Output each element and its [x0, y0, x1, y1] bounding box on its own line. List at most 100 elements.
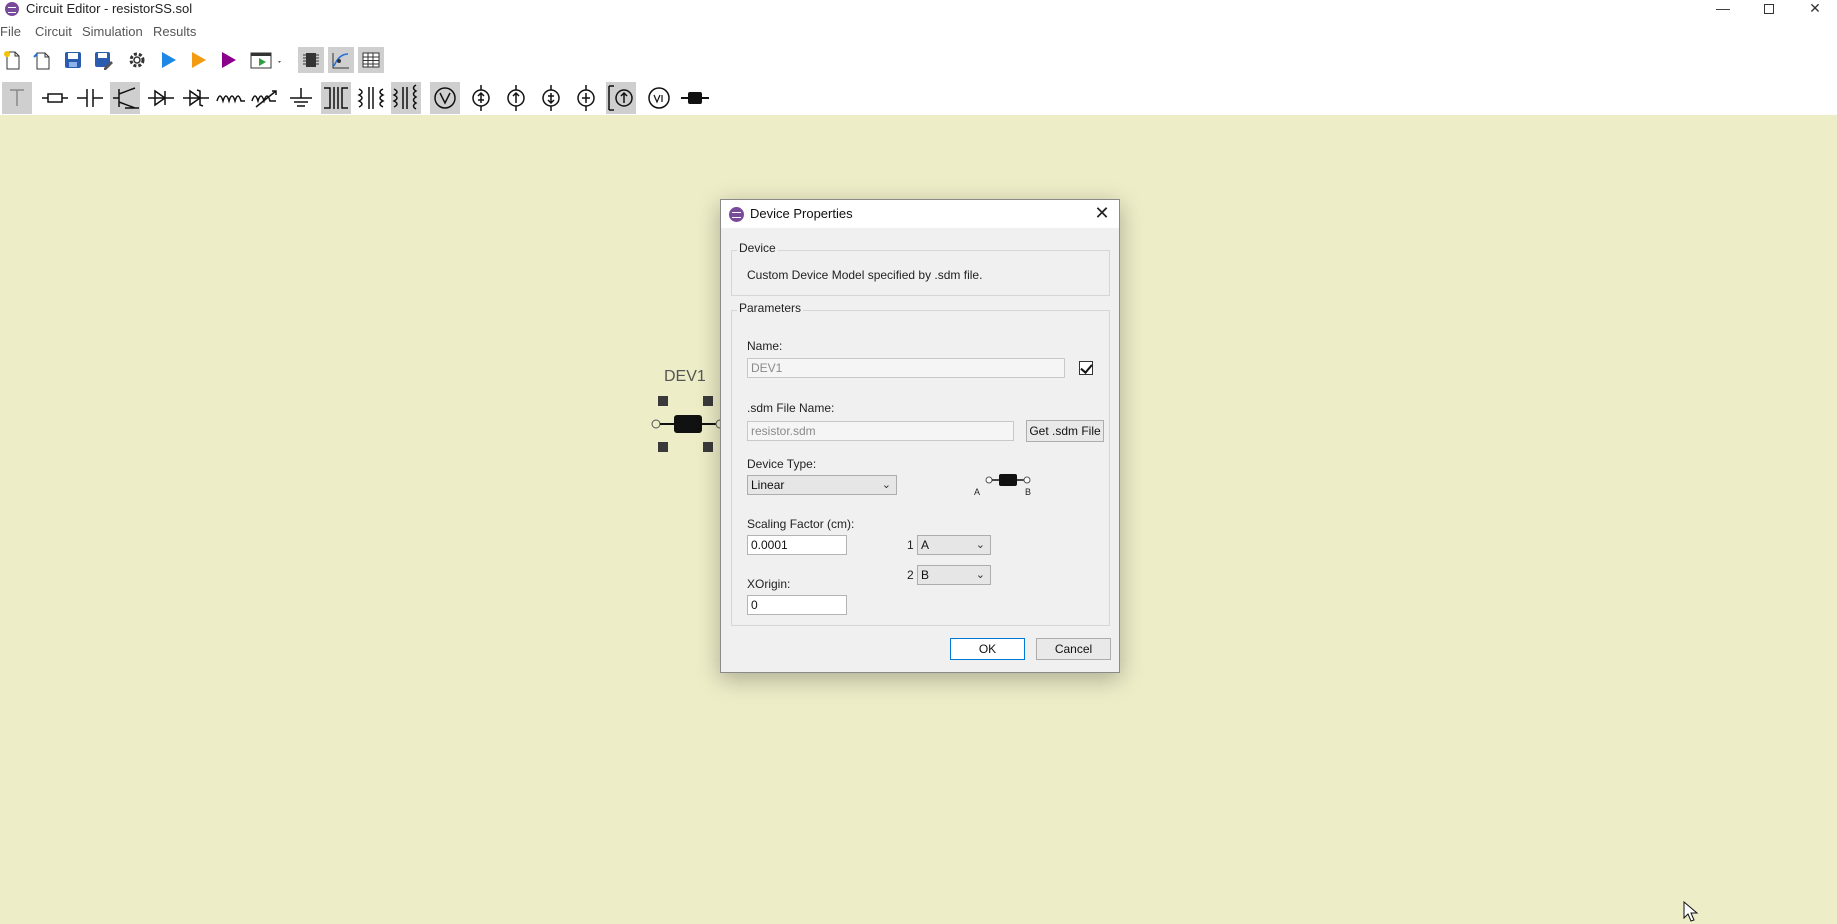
selection-handle[interactable] — [703, 442, 713, 452]
preview-pin-b-label: B — [1025, 487, 1032, 497]
custom-device-button[interactable] — [680, 82, 710, 114]
selection-handle[interactable] — [703, 396, 713, 406]
voltage-source-icon — [648, 87, 670, 109]
zener-diode-button[interactable] — [181, 82, 211, 114]
selection-handle[interactable] — [658, 396, 668, 406]
device-description: Custom Device Model specified by .sdm fi… — [747, 268, 983, 282]
transformer-icon — [324, 87, 348, 109]
transformer-alt-icon — [357, 87, 385, 109]
chevron-down-icon: ⌄ — [881, 479, 891, 491]
current-source-4-button[interactable] — [571, 82, 601, 114]
text-tool-button[interactable] — [2, 82, 32, 114]
text-tool-icon — [10, 89, 24, 106]
play-purple-icon — [222, 52, 236, 68]
resistor-button[interactable] — [40, 82, 70, 114]
scaling-factor-field[interactable]: 0.0001 — [747, 535, 847, 555]
save-button[interactable] — [60, 47, 86, 73]
parameters-group: Parameters Name: DEV1 .sdm File Name: re… — [731, 301, 1110, 626]
app-logo-icon — [729, 207, 744, 222]
chip-icon — [303, 53, 319, 67]
capacitor-button[interactable] — [75, 82, 105, 114]
device-label[interactable]: DEV1 — [664, 368, 706, 386]
table-button[interactable] — [358, 47, 384, 73]
current-source-3-button[interactable] — [536, 82, 566, 114]
scaling-factor-label: Scaling Factor (cm): — [747, 517, 855, 531]
name-label: Name: — [747, 339, 783, 353]
run-button[interactable] — [155, 47, 181, 73]
name-field[interactable]: DEV1 — [747, 358, 1065, 378]
transformer-button[interactable] — [321, 82, 351, 114]
current-source-2-button[interactable] — [501, 82, 531, 114]
device-type-label: Device Type: — [747, 457, 817, 471]
close-window-button[interactable]: ✕ — [1792, 0, 1837, 18]
diode-icon — [148, 89, 174, 107]
sdm-file-field[interactable]: resistor.sdm — [747, 421, 1014, 441]
sweep-tool-button[interactable] — [328, 47, 354, 73]
menu-simulation[interactable]: Simulation — [82, 24, 143, 39]
current-source-4-icon — [577, 85, 595, 111]
dialog-titlebar[interactable]: Device Properties ✕ — [721, 200, 1119, 228]
device-group: Device Custom Device Model specified by … — [731, 241, 1110, 296]
output-dropdown-button[interactable] — [248, 47, 286, 73]
voltmeter-icon — [434, 87, 456, 109]
xorigin-field[interactable]: 0 — [747, 595, 847, 615]
maximize-button[interactable] — [1746, 0, 1792, 18]
pin1-value: A — [921, 538, 930, 552]
device-properties-dialog: Device Properties ✕ Device Custom Device… — [720, 199, 1120, 673]
save-icon — [65, 52, 81, 68]
device-type-value: Linear — [751, 478, 785, 492]
voltmeter-button[interactable] — [430, 82, 460, 114]
variable-resistor-button[interactable] — [251, 82, 281, 114]
new-file-button[interactable] — [0, 47, 26, 73]
menu-results[interactable]: Results — [153, 24, 196, 39]
ground-button[interactable] — [286, 82, 316, 114]
variable-resistor-icon — [251, 90, 277, 108]
menu-circuit[interactable]: Circuit — [35, 24, 72, 39]
ok-button[interactable]: OK — [950, 638, 1025, 660]
minimize-button[interactable]: — — [1700, 0, 1746, 18]
chip-tool-button[interactable] — [298, 47, 324, 73]
transformer-tapped-icon — [392, 84, 418, 110]
voltage-source-button[interactable] — [644, 82, 674, 114]
transformer-alt-button[interactable] — [356, 82, 386, 114]
pin2-select[interactable]: B ⌄ — [917, 565, 991, 585]
custom-device-icon — [681, 92, 709, 104]
new-file-icon — [4, 51, 20, 70]
transistor-icon — [113, 87, 139, 109]
device-type-select[interactable]: Linear ⌄ — [747, 475, 897, 495]
app-logo-icon — [5, 2, 19, 16]
selection-handle[interactable] — [658, 442, 668, 452]
gear-icon — [129, 52, 145, 68]
capacitor-icon — [77, 89, 103, 107]
transformer-tapped-button[interactable] — [391, 82, 421, 114]
pin1-select[interactable]: A ⌄ — [917, 535, 991, 555]
window-titlebar: Circuit Editor - resistorSS.sol — ✕ — [0, 0, 1837, 18]
diode-button[interactable] — [146, 82, 176, 114]
name-visible-checkbox[interactable] — [1079, 361, 1093, 375]
menu-file[interactable]: File — [0, 24, 21, 39]
cancel-button[interactable]: Cancel — [1036, 638, 1111, 660]
chevron-down-icon: ⌄ — [975, 539, 985, 551]
window-title: Circuit Editor - resistorSS.sol — [26, 1, 193, 16]
save-as-button[interactable] — [90, 47, 116, 73]
save-as-icon — [95, 52, 113, 70]
xorigin-label: XOrigin: — [747, 577, 791, 591]
get-sdm-file-button[interactable]: Get .sdm File — [1026, 420, 1104, 442]
sweep-chart-icon — [332, 53, 349, 69]
current-source-1-button[interactable] — [466, 82, 496, 114]
settings-button[interactable] — [124, 47, 150, 73]
parameters-group-title: Parameters — [737, 301, 804, 315]
maximize-icon — [1764, 4, 1774, 15]
custory-device-symbol[interactable] — [650, 413, 726, 435]
inductor-button[interactable] — [216, 82, 246, 114]
sdm-file-label: .sdm File Name: — [747, 401, 835, 415]
play-orange-icon — [192, 52, 206, 68]
dependent-source-button[interactable] — [606, 82, 636, 114]
dialog-close-button[interactable]: ✕ — [1091, 203, 1113, 224]
current-source-2-icon — [507, 85, 525, 111]
run-orange-button[interactable] — [185, 47, 211, 73]
run-purple-button[interactable] — [215, 47, 241, 73]
transistor-button[interactable] — [110, 82, 140, 114]
pin2-index: 2 — [907, 568, 914, 582]
open-file-button[interactable] — [30, 47, 56, 73]
